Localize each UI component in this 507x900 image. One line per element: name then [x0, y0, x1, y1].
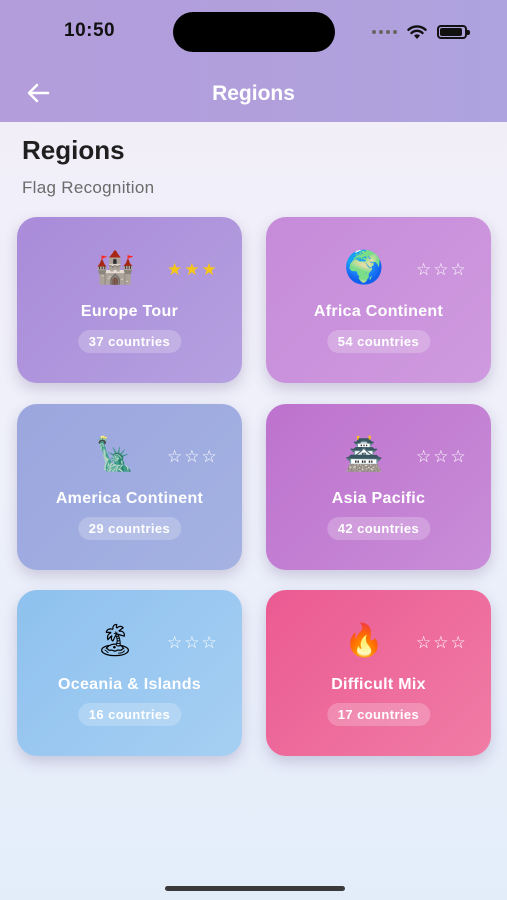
region-name: Difficult Mix [331, 676, 426, 693]
home-indicator [165, 886, 345, 891]
star-rating: ☆☆☆ [167, 447, 219, 467]
statue-of-liberty-icon: 🗽 [95, 435, 135, 473]
region-name: Asia Pacific [331, 490, 426, 507]
star-rating: ★★★ [167, 260, 219, 280]
region-name: America Continent [55, 490, 204, 507]
page-title: Regions [22, 135, 125, 165]
country-count-badge: 37 countries [77, 330, 182, 353]
region-card-asia-pacific[interactable]: 🏯 ☆☆☆ Asia Pacific 42 countries [266, 404, 491, 570]
region-name: Oceania & Islands [58, 676, 201, 693]
castle-icon: 🏰 [95, 248, 135, 286]
cellular-signal-icon [372, 30, 397, 34]
country-count-badge: 42 countries [326, 517, 431, 540]
region-card-europe-tour[interactable]: 🏰 ★★★ Europe Tour 37 countries [17, 217, 242, 383]
status-time: 10:50 [64, 20, 116, 41]
region-card-africa-continent[interactable]: 🌍 ☆☆☆ Africa Continent 54 countries [266, 217, 491, 383]
globe-africa-icon: 🌍 [344, 248, 384, 286]
country-count-badge: 17 countries [326, 703, 431, 726]
region-card-oceania-islands[interactable]: 🏝 ☆☆☆ Oceania & Islands 16 countries [17, 590, 242, 756]
page-subtitle: Flag Recognition [22, 178, 155, 197]
battery-icon [437, 25, 470, 39]
star-rating: ☆☆☆ [416, 633, 468, 653]
wifi-icon [407, 24, 427, 39]
dynamic-island [173, 12, 335, 52]
country-count-badge: 29 countries [77, 517, 182, 540]
status-icons [372, 22, 470, 42]
fire-icon: 🔥 [344, 621, 384, 659]
region-name: Africa Continent [313, 303, 444, 320]
region-card-america-continent[interactable]: 🗽 ☆☆☆ America Continent 29 countries [17, 404, 242, 570]
country-count-badge: 54 countries [326, 330, 431, 353]
region-card-difficult-mix[interactable]: 🔥 ☆☆☆ Difficult Mix 17 countries [266, 590, 491, 756]
star-rating: ☆☆☆ [167, 633, 219, 653]
top-bar: 10:50 Regions [0, 0, 507, 122]
nav-title: Regions [212, 82, 295, 105]
star-rating: ☆☆☆ [416, 260, 468, 280]
star-rating: ☆☆☆ [416, 447, 468, 467]
island-icon: 🏝 [94, 621, 136, 659]
japanese-castle-icon: 🏯 [344, 435, 384, 473]
region-name: Europe Tour [80, 303, 179, 320]
country-count-badge: 16 countries [77, 703, 182, 726]
